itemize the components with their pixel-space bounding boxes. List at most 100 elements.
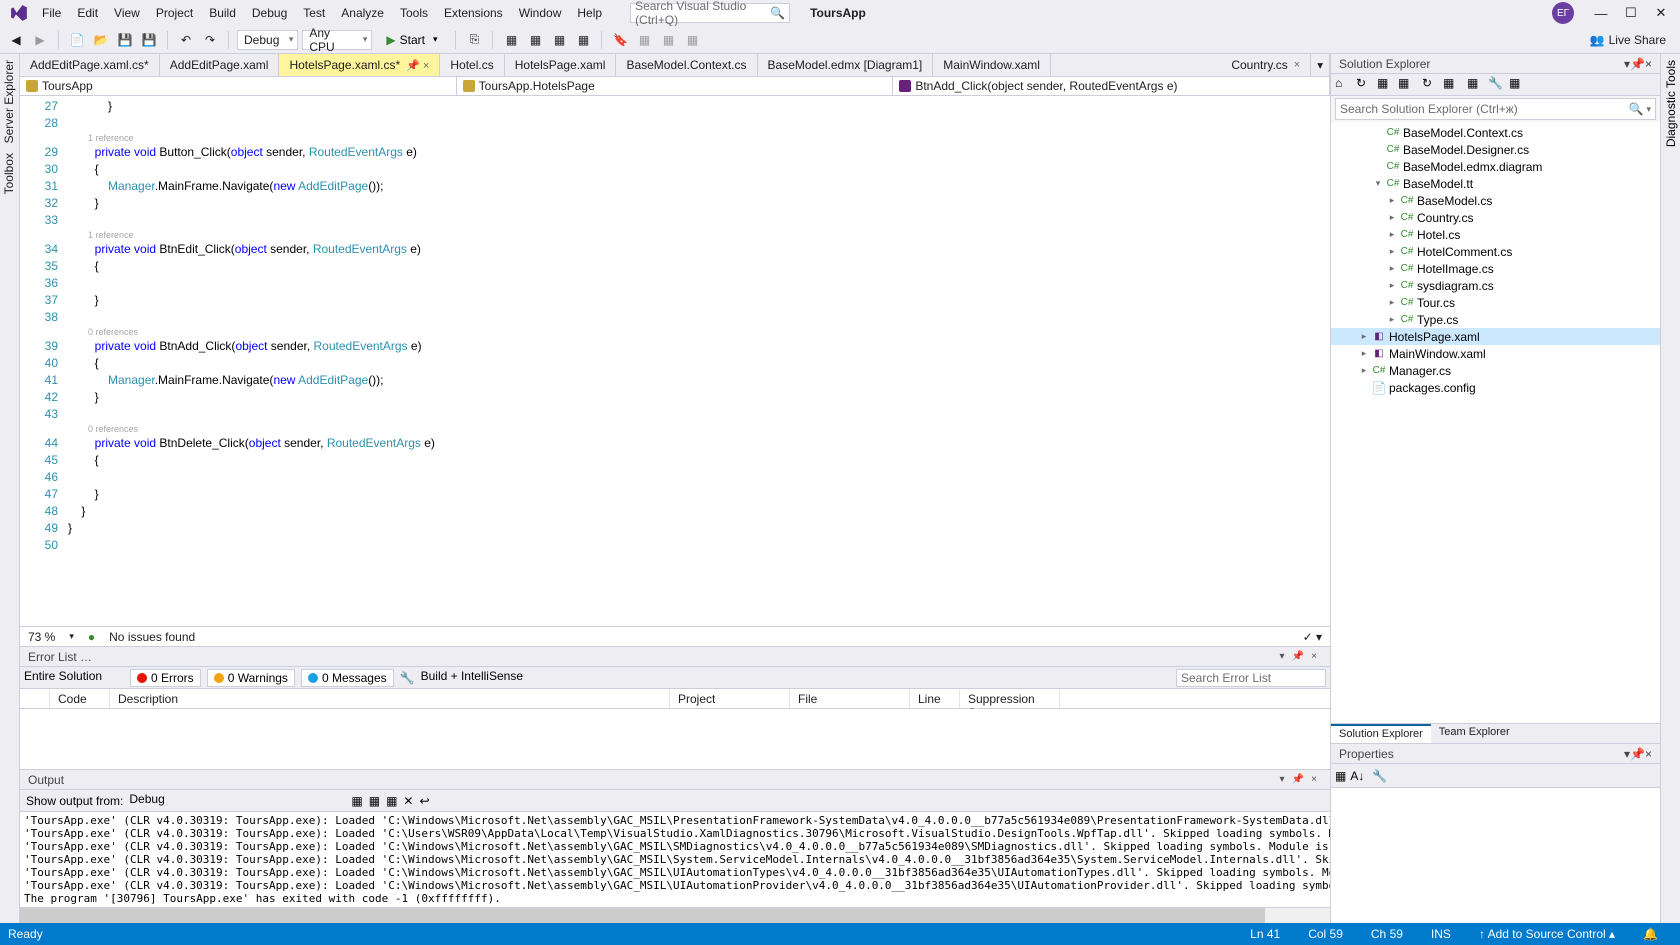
se-refresh-button[interactable]: ↻ [1422, 76, 1440, 94]
panel-pin-icon[interactable]: 📌 [1290, 651, 1306, 662]
tree-expander-icon[interactable]: ▸ [1359, 331, 1369, 342]
output-btn-3[interactable]: ▦ [386, 794, 397, 808]
toolbar-btn-6[interactable]: ▦ [634, 30, 654, 50]
doc-tab[interactable]: MainWindow.xaml [933, 54, 1051, 76]
nav-member[interactable]: BtnAdd_Click(object sender, RoutedEventA… [893, 77, 1330, 95]
tree-expander-icon[interactable]: ▸ [1387, 195, 1397, 206]
maximize-button[interactable]: ☐ [1616, 5, 1646, 21]
tree-expander-icon[interactable]: ▸ [1387, 314, 1397, 325]
tree-node[interactable]: ▸C#HotelImage.cs [1331, 260, 1660, 277]
tree-node[interactable]: ▸C#HotelComment.cs [1331, 243, 1660, 260]
build-intellisense-combo[interactable]: Build + IntelliSense [421, 669, 531, 687]
status-notifications[interactable]: 🔔 [1629, 927, 1672, 941]
tree-expander-icon[interactable]: ▸ [1387, 229, 1397, 240]
tree-expander-icon[interactable]: ▸ [1359, 365, 1369, 376]
doc-tab[interactable]: BaseModel.edmx [Diagram1] [758, 54, 934, 76]
save-button[interactable]: 💾 [115, 30, 135, 50]
tree-node[interactable]: ▸C#BaseModel.cs [1331, 192, 1660, 209]
close-button[interactable]: ✕ [1646, 5, 1676, 21]
tree-node[interactable]: ▸C#Manager.cs [1331, 362, 1660, 379]
doc-tab[interactable]: HotelsPage.xaml.cs*📌 × [279, 54, 440, 76]
error-col[interactable]: Description [110, 689, 670, 708]
split-icon[interactable]: ✓ ▾ [1303, 630, 1322, 644]
se-tab-team[interactable]: Team Explorer [1431, 724, 1518, 743]
props-alpha-button[interactable]: A↓ [1350, 769, 1364, 783]
menu-help[interactable]: Help [569, 2, 610, 24]
se-btn[interactable]: ▦ [1377, 76, 1395, 94]
code-editor[interactable]: 2728293031323334353637383940414243444546… [20, 96, 1330, 626]
se-properties-button[interactable]: 🔧 [1488, 76, 1506, 94]
error-filter-button[interactable]: 🔧 [400, 671, 415, 685]
tree-node[interactable]: C#BaseModel.Context.cs [1331, 124, 1660, 141]
forward-button[interactable]: ▶ [30, 30, 50, 50]
toolbar-btn-5[interactable]: 🔖 [610, 30, 630, 50]
panel-close-icon[interactable]: × [1306, 651, 1322, 662]
tree-expander-icon[interactable]: ▸ [1387, 297, 1397, 308]
tree-expander-icon[interactable]: ▸ [1387, 246, 1397, 257]
open-button[interactable]: 📂 [91, 30, 111, 50]
messages-pill[interactable]: 0 Messages [301, 669, 394, 687]
doc-tab[interactable]: Hotel.cs [440, 54, 504, 76]
menu-build[interactable]: Build [201, 2, 244, 24]
se-showall-button[interactable]: ▦ [1467, 76, 1485, 94]
minimize-button[interactable]: — [1586, 6, 1616, 21]
menu-edit[interactable]: Edit [69, 2, 106, 24]
warnings-pill[interactable]: 0 Warnings [207, 669, 295, 687]
code-content[interactable]: } 1 reference private void Button_Click(… [68, 96, 1330, 626]
menu-debug[interactable]: Debug [244, 2, 295, 24]
panel-dropdown-icon[interactable]: ▾ [1274, 651, 1290, 662]
output-from-combo[interactable]: Debug [129, 792, 339, 810]
tree-node[interactable]: ▸◧HotelsPage.xaml [1331, 328, 1660, 345]
menu-file[interactable]: File [34, 2, 69, 24]
error-scope-combo[interactable]: Entire Solution [24, 669, 124, 687]
menu-analyze[interactable]: Analyze [333, 2, 392, 24]
back-button[interactable]: ◀ [6, 30, 26, 50]
se-btn[interactable]: ▦ [1398, 76, 1416, 94]
tree-expander-icon[interactable]: ▸ [1387, 212, 1397, 223]
se-collapse-button[interactable]: ▦ [1443, 76, 1461, 94]
tree-node[interactable]: ▸C#Type.cs [1331, 311, 1660, 328]
se-preview-button[interactable]: ▦ [1509, 76, 1527, 94]
menu-window[interactable]: Window [511, 2, 570, 24]
tab-close-icon[interactable]: × [1294, 59, 1300, 71]
toolbox-tab[interactable]: Toolbox [2, 153, 17, 194]
user-avatar[interactable]: ЕГ [1552, 2, 1574, 24]
tree-node[interactable]: ▾C#BaseModel.tt [1331, 175, 1660, 192]
tree-node[interactable]: 📄packages.config [1331, 379, 1660, 396]
se-btn[interactable]: ↻ [1356, 76, 1374, 94]
undo-button[interactable]: ↶ [176, 30, 196, 50]
tree-expander-icon[interactable]: ▸ [1387, 280, 1397, 291]
doc-tab[interactable]: HotelsPage.xaml [505, 54, 617, 76]
solution-tree[interactable]: C#BaseModel.Context.csC#BaseModel.Design… [1331, 122, 1660, 723]
tree-node[interactable]: ▸C#Country.cs [1331, 209, 1660, 226]
error-col[interactable]: File [790, 689, 910, 708]
server-explorer-tab[interactable]: Server Explorer [2, 60, 17, 143]
toolbar-btn-4[interactable]: ▦ [573, 30, 593, 50]
output-clear-button[interactable]: ✕ [403, 794, 413, 808]
tab-overflow-button[interactable]: ▾ [1311, 54, 1330, 76]
redo-button[interactable]: ↷ [200, 30, 220, 50]
props-categorized-button[interactable]: ▦ [1335, 769, 1346, 783]
error-col[interactable] [20, 689, 50, 708]
quick-launch-search[interactable]: Search Visual Studio (Ctrl+Q) 🔍 [630, 3, 790, 23]
tree-node[interactable]: ▸◧MainWindow.xaml [1331, 345, 1660, 362]
properties-body[interactable] [1331, 788, 1660, 923]
doc-tab[interactable]: BaseModel.Context.cs [616, 54, 757, 76]
tab-close-icon[interactable]: 📌 × [406, 59, 429, 72]
panel-close-icon[interactable]: × [1306, 774, 1322, 785]
nav-class[interactable]: ToursApp.HotelsPage [457, 77, 894, 95]
menu-view[interactable]: View [106, 2, 148, 24]
error-search[interactable]: Search Error List [1176, 669, 1326, 687]
error-col[interactable]: Suppression St… [960, 689, 1060, 708]
output-scrollbar[interactable] [20, 907, 1330, 923]
se-tab-solution[interactable]: Solution Explorer [1331, 724, 1431, 743]
menu-extensions[interactable]: Extensions [436, 2, 511, 24]
error-list-body[interactable] [20, 709, 1330, 769]
panel-dropdown-icon[interactable]: ▾ [1274, 774, 1290, 785]
doc-tab-far[interactable]: Country.cs× [1221, 54, 1311, 76]
toolbar-btn-2[interactable]: ▦ [525, 30, 545, 50]
output-text[interactable]: 'ToursApp.exe' (CLR v4.0.30319: ToursApp… [20, 812, 1330, 907]
errors-pill[interactable]: 0 Errors [130, 669, 201, 687]
toolbar-btn-1[interactable]: ▦ [501, 30, 521, 50]
panel-close-icon[interactable]: × [1645, 57, 1652, 71]
